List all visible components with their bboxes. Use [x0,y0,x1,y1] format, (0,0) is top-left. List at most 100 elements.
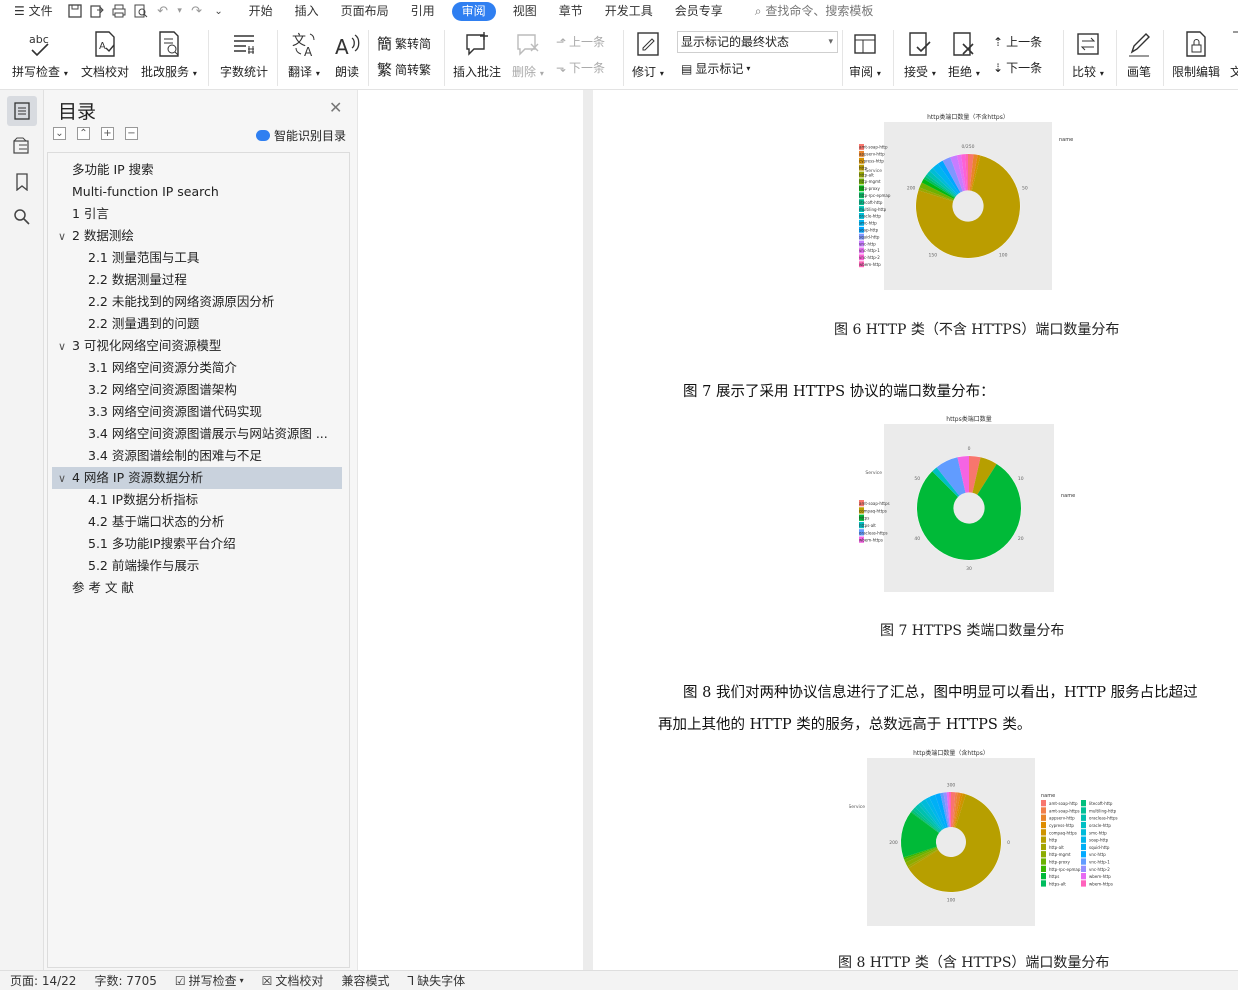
reject-icon [951,28,977,58]
smart-toc-button[interactable]: 智能识别目录 [256,127,346,144]
figure-7-intro: 图 7 展示了采用 HTTPS 协议的端口数量分布： [683,384,995,400]
toc-item[interactable]: 3.3 网络空间资源图谱代码实现 [48,401,348,423]
toc-item[interactable]: 多功能 IP 搜索 [48,159,348,181]
toc-item[interactable]: 3.1 网络空间资源分类简介 [48,357,348,379]
toc-item-label: Multi-function IP search [72,184,219,199]
page-indicator[interactable]: 页面: 14/22 [10,972,76,989]
export-icon[interactable] [88,3,106,19]
legend-label: https [1049,874,1059,879]
tab-review[interactable]: 审阅 [451,1,496,21]
bookmark-icon[interactable] [7,167,37,197]
simp-to-trad-button[interactable]: 繁 简转繁 [377,59,431,80]
expand-all-icon[interactable]: ⌃ [77,127,90,140]
missing-font-status[interactable]: Ꞁ 缺失字体 [407,972,465,989]
legend-label: http-proxy [1049,860,1070,865]
doc-check-button[interactable]: A 文档校对 [81,28,129,80]
pen-button[interactable]: 画笔 [1126,28,1152,80]
legend-swatch [1041,843,1046,851]
proofread-status[interactable]: ☒ 文档校对 [262,972,324,989]
legend-swatch [1081,807,1086,814]
toc-item[interactable]: ∨ 4 网络 IP 资源数据分析 [52,467,342,489]
spell-check-button[interactable]: abc 拼写检查 ▾ [12,28,68,80]
prev-comment-icon: ⬏ [556,34,567,49]
toc-item[interactable]: Multi-function IP search [48,181,348,203]
save-icon[interactable] [66,3,84,19]
tab-member[interactable]: 会员专享 [664,0,734,22]
review-pane-button[interactable]: 审阅 ▾ [849,28,881,80]
compare-button[interactable]: 比较 ▾ [1072,28,1104,80]
tab-references[interactable]: 引用 [400,0,446,22]
document-icon [1231,28,1238,58]
toc-item[interactable]: ∨ 3 可视化网络空间资源模型 [48,335,348,357]
close-icon[interactable]: ✕ [329,98,342,117]
expand-toggle-icon[interactable]: ∨ [58,336,72,358]
legend-swatch [1081,800,1086,807]
print-preview-icon[interactable] [132,3,150,19]
undo-dropdown-icon[interactable]: ▾ [176,3,184,19]
undo-icon[interactable]: ↶ [154,3,172,19]
tick-label: 30 [966,566,972,572]
next-change-button[interactable]: ⇣ 下一条 [993,59,1042,76]
toc-item[interactable]: 4.2 基于端口状态的分析 [48,511,348,533]
show-markup-button[interactable]: ▤ 显示标记 ▾ [681,60,750,77]
toc-item[interactable]: 3.2 网络空间资源图谱架构 [48,379,348,401]
outline-view-icon[interactable] [7,96,37,126]
toc-item[interactable]: ∨ 2 数据测绘 [48,225,348,247]
add-heading-icon[interactable]: + [101,127,114,140]
next-comment-button[interactable]: ⬎ 下一条 [556,59,605,76]
figure-7-caption: 图 7 HTTPS 类端口数量分布 [880,623,1065,639]
svg-text:A: A [335,35,349,58]
expand-toggle-icon[interactable]: ∨ [58,468,72,490]
redo-icon[interactable]: ↷ [188,3,206,19]
print-icon[interactable] [110,3,128,19]
word-count-indicator[interactable]: 字数: 7705 [94,972,156,989]
tab-chapter[interactable]: 章节 [548,0,594,22]
legend-label: wbem-https [859,538,883,543]
tab-page-layout[interactable]: 页面布局 [330,0,400,22]
reject-button[interactable]: 拒绝 ▾ [948,28,980,80]
toc-item-label: 2 数据测绘 [72,228,134,243]
delete-comment-button[interactable]: 删除 ▾ [512,28,544,80]
batch-service-button[interactable]: 批改服务 ▾ [141,28,197,80]
more-commands-icon[interactable]: ⌄ [210,3,228,19]
toc-item[interactable]: 5.1 多功能IP搜索平台介绍 [48,533,348,555]
toc-item[interactable]: 3.4 资源图谱绘制的困难与不足 [48,445,348,467]
expand-toggle-icon[interactable]: ∨ [58,226,72,248]
markup-display-select[interactable]: 显示标记的最终状态 ▾ [677,31,838,53]
toc-item[interactable]: 2.2 数据测量过程 [48,269,348,291]
command-search[interactable]: ⌕ 查找命令、搜索模板 [744,0,885,22]
track-changes-button[interactable]: 修订 ▾ [632,28,664,80]
toc-item[interactable]: 5.2 前端操作与展示 [48,555,348,577]
prev-change-button[interactable]: ⇡ 上一条 [993,33,1042,50]
tab-start[interactable]: 开始 [238,0,284,22]
accept-button[interactable]: 接受 ▾ [904,28,936,80]
legend-label: smc-http [859,221,877,226]
trad-to-simp-button[interactable]: 簡 繁转简 [377,33,431,54]
file-menu[interactable]: ☰ 文件 [0,0,64,22]
translate-button[interactable]: 文A 翻译 ▾ [288,28,320,80]
toc-item[interactable]: 4.1 IP数据分析指标 [48,489,348,511]
collapse-all-icon[interactable]: ⌄ [53,127,66,140]
prev-comment-button[interactable]: ⬏ 上一条 [556,33,605,50]
chapter-nav-icon[interactable] [7,131,37,161]
read-aloud-button[interactable]: A 朗读 [334,28,360,80]
toc-item[interactable]: 参 考 文 献 [48,577,348,599]
tab-view[interactable]: 视图 [502,0,548,22]
toc-item[interactable]: 3.4 网络空间资源图谱展示与网站资源图 ... [48,423,348,445]
spell-check-status[interactable]: ☑ 拼写检查 ▾ [175,972,244,989]
toc-item[interactable]: 2.2 测量遇到的问题 [48,313,348,335]
remove-heading-icon[interactable]: − [125,127,138,140]
toc-item[interactable]: 1 引言 [48,203,348,225]
tab-developer[interactable]: 开发工具 [594,0,664,22]
restrict-edit-button[interactable]: 限制编辑 [1172,28,1220,80]
more-ribbon-button[interactable]: 文 [1230,28,1238,80]
figure-8-text-line-2: 再加上其他的 HTTP 类的服务，总数远高于 HTTPS 类。 [658,717,1032,733]
toc-item[interactable]: 2.1 测量范围与工具 [48,247,348,269]
search-icon[interactable] [7,202,37,232]
document-page[interactable]: http类端口数量（不含https） Service 0/250 50 100 150 20… [593,90,1238,970]
word-count-button[interactable]: 字数统计 [220,28,268,80]
chart-title: http类端口数量（含https） [913,749,989,757]
insert-comment-button[interactable]: 插入批注 [453,28,501,80]
tab-insert[interactable]: 插入 [284,0,330,22]
toc-item[interactable]: 2.2 未能找到的网络资源原因分析 [48,291,348,313]
